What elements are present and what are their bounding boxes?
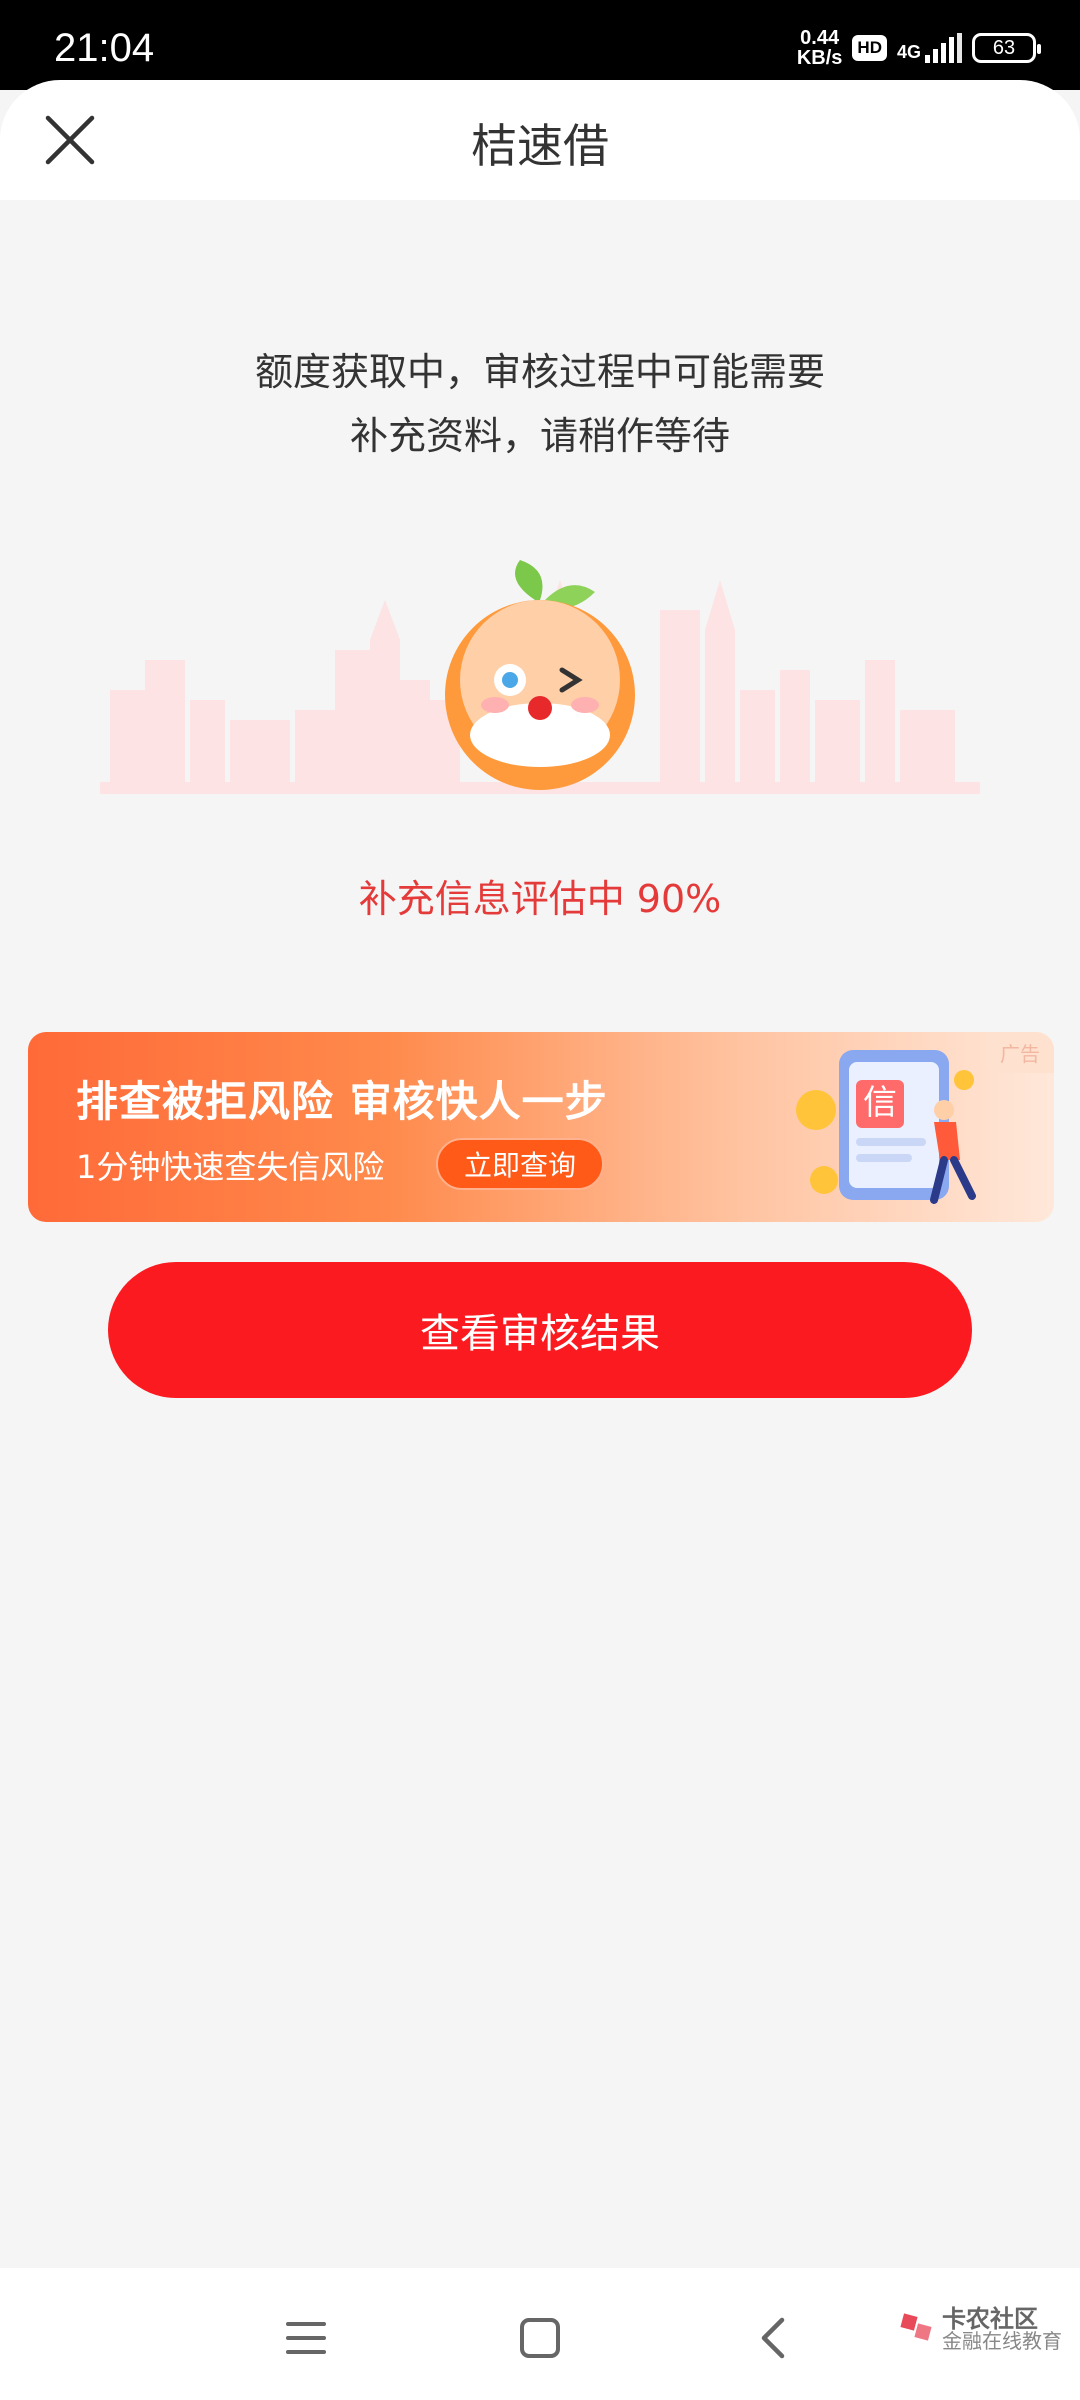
watermark-title: 卡农社区	[942, 2305, 1038, 2333]
watermark-logo-icon	[900, 2313, 932, 2341]
credit-character: 信	[863, 1083, 897, 1123]
status-time: 21:04	[54, 26, 155, 70]
network-type: 4G	[896, 42, 921, 62]
ad-banner[interactable]: 广告 排查被拒风险 审核快人一步 1分钟快速查失信风险 立即查询 信	[28, 1032, 1054, 1222]
ad-banner-subtitle: 1分钟快速查失信风险	[76, 1148, 385, 1186]
network-speed: 0.44 KB/s	[797, 28, 843, 68]
watermark-text: 卡农社区 金融在线教育	[942, 2305, 1062, 2353]
cellular-signal: 4G	[897, 33, 962, 63]
home-icon[interactable]	[514, 2312, 566, 2364]
hd-icon: HD	[852, 35, 887, 61]
battery-icon: 63	[972, 33, 1041, 63]
back-icon[interactable]	[748, 2312, 800, 2364]
header: 桔速借	[0, 80, 1080, 200]
view-review-result-button[interactable]: 查看审核结果	[108, 1262, 972, 1398]
query-now-button[interactable]: 立即查询	[436, 1138, 604, 1190]
review-message: 额度获取中，审核过程中可能需要 补充资料，请稍作等待	[0, 340, 1080, 468]
mascot-illustration	[100, 560, 980, 794]
page-title: 桔速借	[471, 119, 609, 173]
orange-mascot-image	[445, 560, 635, 790]
ad-banner-title: 排查被拒风险 审核快人一步	[76, 1077, 608, 1126]
status-icons: 0.44 KB/s HD 4G 63	[797, 28, 1041, 68]
signal-icon	[925, 33, 962, 63]
review-message-line-1: 额度获取中，审核过程中可能需要	[254, 350, 825, 394]
review-message-line-2: 补充资料，请稍作等待	[349, 414, 730, 458]
status-bar: 21:04 0.44 KB/s HD 4G 63	[0, 0, 1080, 90]
watermark-subtitle: 金融在线教育	[942, 2329, 1062, 2353]
credit-check-illustration: 信	[796, 1050, 976, 1204]
progress-status: 补充信息评估中 90%	[358, 877, 722, 921]
menu-icon[interactable]	[280, 2312, 332, 2364]
network-speed-unit: KB/s	[796, 47, 843, 69]
system-nav-bar: 卡农社区 金融在线教育	[0, 2268, 1080, 2400]
watermark: 卡农社区 金融在线教育	[900, 2305, 1062, 2353]
network-speed-value: 0.44	[800, 27, 840, 49]
battery-level: 63	[992, 36, 1016, 59]
